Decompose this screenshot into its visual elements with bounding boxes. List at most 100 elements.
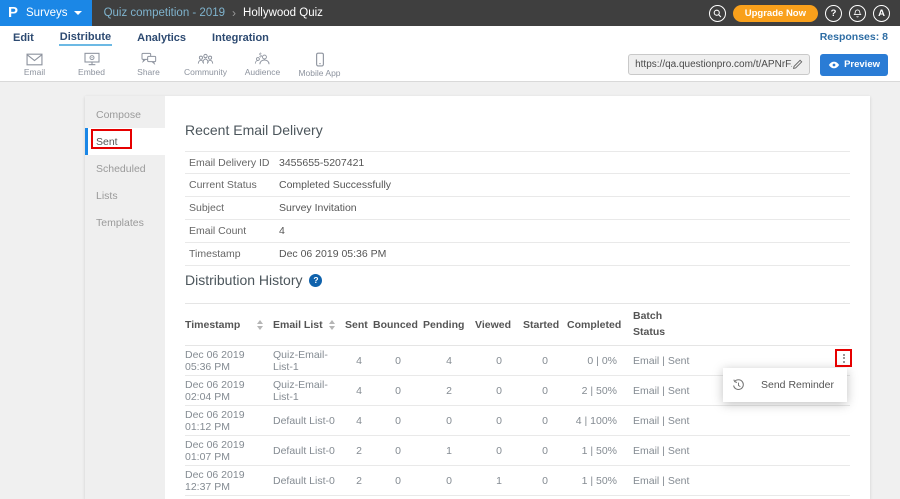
cell-pending: 0 bbox=[423, 466, 475, 496]
notifications-button[interactable] bbox=[849, 5, 866, 22]
history-header-row: Timestamp Email List Sent Bounced Pendin… bbox=[185, 304, 850, 346]
search-button[interactable] bbox=[709, 5, 726, 22]
edit-pencil-icon[interactable] bbox=[792, 59, 803, 70]
cell-viewed: 0 bbox=[475, 346, 523, 376]
sidebar-item-lists[interactable]: Lists bbox=[85, 182, 165, 209]
toolbar-item-email[interactable]: Email bbox=[6, 53, 63, 77]
distribution-history-title: Distribution History ? bbox=[185, 272, 322, 288]
content-card: Compose Sent Scheduled Lists Templates R… bbox=[85, 96, 870, 499]
distribution-history-help-icon[interactable]: ? bbox=[309, 274, 322, 287]
cell-email-list: Quiz-Email-List-1 bbox=[273, 376, 345, 406]
cell-started: 0 bbox=[523, 466, 567, 496]
preview-button[interactable]: Preview bbox=[820, 54, 888, 76]
detail-value: Survey Invitation bbox=[279, 202, 357, 214]
col-started: Started bbox=[523, 304, 567, 346]
send-reminder-menu-item[interactable]: Send Reminder bbox=[761, 379, 834, 391]
cell-viewed: 1 bbox=[475, 466, 523, 496]
breadcrumb-separator: › bbox=[232, 6, 236, 20]
cell-sent: 4 bbox=[345, 406, 373, 436]
sidebar-item-sent[interactable]: Sent bbox=[85, 128, 165, 155]
cell-started: 0 bbox=[523, 376, 567, 406]
row-actions-context-menu: Send Reminder bbox=[723, 368, 847, 402]
account-avatar[interactable]: A bbox=[873, 5, 890, 22]
cell-bounced: 0 bbox=[373, 466, 423, 496]
detail-label: Email Delivery ID bbox=[185, 157, 279, 169]
toolbar-item-community[interactable]: Community bbox=[177, 52, 234, 77]
cell-completed: 0 | 0% bbox=[567, 346, 617, 376]
chevron-down-icon bbox=[74, 11, 82, 15]
cell-email-list: Quiz-Email-List-1 bbox=[273, 346, 345, 376]
cell-sent: 4 bbox=[345, 346, 373, 376]
cell-timestamp: Dec 06 2019 05:36 PM bbox=[185, 346, 273, 376]
sidebar-item-compose[interactable]: Compose bbox=[85, 101, 165, 128]
toolbar-item-label: Community bbox=[184, 67, 227, 77]
cell-started: 0 bbox=[523, 406, 567, 436]
sent-panel: Recent Email Delivery Email Delivery ID … bbox=[165, 96, 870, 499]
recent-email-delivery-table: Email Delivery ID 3455655-5207421 Curren… bbox=[185, 151, 850, 266]
cell-timestamp: Dec 06 2019 01:07 PM bbox=[185, 436, 273, 466]
detail-label: Email Count bbox=[185, 225, 279, 237]
cell-sent: 2 bbox=[345, 466, 373, 496]
history-row: Dec 06 2019 12:37 PM Default List-0 2 0 … bbox=[185, 466, 850, 496]
cell-pending: 0 bbox=[423, 406, 475, 436]
embed-icon bbox=[84, 52, 100, 66]
upgrade-now-button[interactable]: Upgrade Now bbox=[733, 5, 818, 22]
tab-integration[interactable]: Integration bbox=[211, 30, 270, 45]
toolbar-item-label: Audience bbox=[245, 67, 280, 77]
survey-url-field[interactable]: https://qa.questionpro.com/t/APNrFZf2S bbox=[628, 54, 810, 75]
sort-timestamp-icon[interactable] bbox=[257, 320, 263, 330]
surveys-product-menu[interactable]: P Surveys bbox=[0, 0, 92, 26]
questionpro-logo: P bbox=[8, 0, 18, 26]
cell-batch-status: Email | Sent bbox=[617, 406, 727, 436]
cell-batch-status: Email | Sent bbox=[617, 466, 727, 496]
detail-value: Completed Successfully bbox=[279, 179, 391, 191]
col-batch-status: Batch Status bbox=[633, 309, 675, 341]
mobile-app-icon bbox=[315, 52, 325, 67]
row-actions-menu-button[interactable] bbox=[843, 354, 845, 363]
col-viewed: Viewed bbox=[475, 304, 523, 346]
distribute-toolbar: Email Embed Share Community $ Audience M… bbox=[0, 48, 900, 82]
survey-nav-tabs: Edit Distribute Analytics Integration Re… bbox=[0, 26, 900, 48]
audience-icon: $ bbox=[254, 52, 271, 66]
breadcrumb-survey-name: Hollywood Quiz bbox=[243, 7, 323, 19]
col-sent: Sent bbox=[345, 304, 373, 346]
detail-value: 3455655-5207421 bbox=[279, 157, 364, 169]
sidebar-item-scheduled[interactable]: Scheduled bbox=[85, 155, 165, 182]
cell-bounced: 0 bbox=[373, 346, 423, 376]
survey-url-text: https://qa.questionpro.com/t/APNrFZf2S bbox=[635, 59, 792, 70]
tab-edit[interactable]: Edit bbox=[12, 30, 35, 45]
breadcrumb-folder[interactable]: Quiz competition - 2019 bbox=[104, 7, 225, 19]
top-bar: P Surveys Quiz competition - 2019 › Holl… bbox=[0, 0, 900, 26]
toolbar-item-label: Mobile App bbox=[298, 68, 340, 78]
cell-batch-status: Email | Sent bbox=[617, 376, 727, 406]
toolbar-item-share[interactable]: Share bbox=[120, 52, 177, 77]
cell-email-list: Default List-0 bbox=[273, 406, 345, 436]
cell-viewed: 0 bbox=[475, 376, 523, 406]
cell-pending: 4 bbox=[423, 346, 475, 376]
detail-label: Timestamp bbox=[185, 248, 279, 260]
col-timestamp: Timestamp bbox=[185, 319, 240, 331]
cell-bounced: 0 bbox=[373, 436, 423, 466]
toolbar-item-audience[interactable]: $ Audience bbox=[234, 52, 291, 77]
reminder-clock-icon bbox=[732, 379, 745, 392]
distribute-sidebar: Compose Sent Scheduled Lists Templates bbox=[85, 96, 165, 499]
sort-email-list-icon[interactable] bbox=[329, 320, 335, 330]
detail-row: Email Count 4 bbox=[185, 220, 850, 243]
tab-distribute[interactable]: Distribute bbox=[59, 29, 112, 46]
toolbar-item-embed[interactable]: Embed bbox=[63, 52, 120, 77]
cell-sent: 4 bbox=[345, 376, 373, 406]
history-row: Dec 06 2019 01:07 PM Default List-0 2 0 … bbox=[185, 436, 850, 466]
cell-completed: 1 | 50% bbox=[567, 466, 617, 496]
help-button[interactable]: ? bbox=[825, 5, 842, 22]
breadcrumb: Quiz competition - 2019 › Hollywood Quiz bbox=[104, 6, 323, 20]
toolbar-item-mobile-app[interactable]: Mobile App bbox=[291, 52, 348, 78]
tab-analytics[interactable]: Analytics bbox=[136, 30, 187, 45]
detail-row: Timestamp Dec 06 2019 05:36 PM bbox=[185, 243, 850, 266]
cell-timestamp: Dec 06 2019 02:04 PM bbox=[185, 376, 273, 406]
eye-icon bbox=[828, 61, 840, 69]
detail-label: Current Status bbox=[185, 179, 279, 191]
responses-count[interactable]: Responses: 8 bbox=[820, 31, 888, 43]
detail-value: 4 bbox=[279, 225, 285, 237]
cell-email-list: Default List-0 bbox=[273, 436, 345, 466]
sidebar-item-templates[interactable]: Templates bbox=[85, 209, 165, 236]
